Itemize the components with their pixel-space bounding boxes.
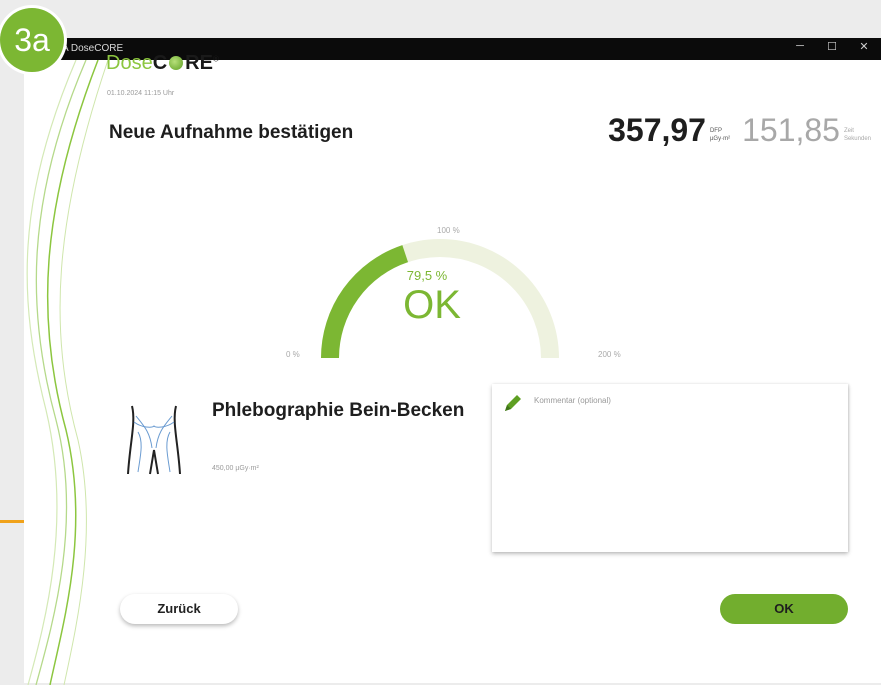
- comment-field[interactable]: Kommentar (optional): [492, 384, 848, 552]
- maximize-icon[interactable]: ☐: [824, 40, 840, 53]
- close-icon[interactable]: ✕: [856, 40, 872, 53]
- minimize-icon[interactable]: ─: [792, 40, 808, 52]
- page-title: Neue Aufnahme bestätigen: [109, 122, 354, 143]
- gauge-label-mid: 100 %: [437, 226, 460, 235]
- dose-unit: DFP µGy·m²: [709, 128, 731, 142]
- step-badge: 3a: [0, 8, 64, 72]
- pelvis-legs-icon: [127, 405, 181, 475]
- back-button[interactable]: Zurück: [120, 594, 238, 624]
- dose-value: 357,97: [608, 112, 706, 148]
- gauge-label-min: 0 %: [286, 350, 300, 359]
- exam-name: Phlebographie Bein-Becken: [212, 400, 465, 421]
- gauge-status: OK: [403, 283, 461, 327]
- dose-readout: 357,97 DFP µGy·m² 151,85 Zeit Sekunden: [608, 112, 871, 149]
- comment-placeholder: Kommentar (optional): [534, 396, 611, 405]
- timestamp: 01.10.2024 11:15 Uhr: [107, 90, 175, 97]
- gauge-label-max: 200 %: [598, 350, 621, 359]
- ok-button[interactable]: OK: [720, 594, 848, 624]
- decorative-curves: [26, 60, 109, 685]
- time-value: 151,85: [742, 112, 840, 148]
- dosecore-logo: DoseC RE®: [106, 52, 219, 74]
- time-unit: Zeit Sekunden: [843, 128, 871, 142]
- pencil-icon: [505, 395, 521, 411]
- gauge-percent: 79,5 %: [406, 268, 448, 283]
- reference-dose: 450,00 µGy·m²: [212, 465, 259, 472]
